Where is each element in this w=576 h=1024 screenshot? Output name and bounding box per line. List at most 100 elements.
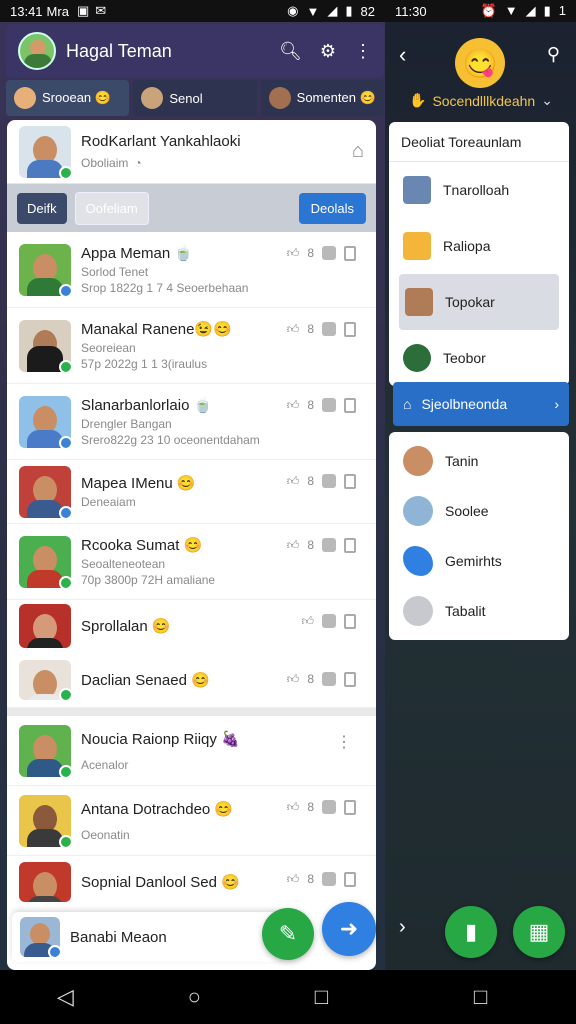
copy-icon[interactable] [344, 246, 356, 261]
menu-item[interactable]: Teobor [389, 330, 569, 386]
user-icon[interactable]: ⚲ [547, 44, 560, 65]
tab-2[interactable]: Senol [133, 80, 257, 116]
forward-button[interactable]: ➜ [322, 902, 376, 956]
menu-card-2: Tanin Soolee Gemirhts Tabalit [389, 432, 569, 640]
like-icon[interactable]: 👍︎ [287, 672, 300, 687]
card-header[interactable]: RodKarlant Yankahlaoki Oboliaim ◔ ⌂ [7, 120, 376, 184]
home-icon: ⌂ [403, 396, 412, 412]
menu-item[interactable]: Tabalit [389, 586, 569, 636]
message-icon[interactable] [322, 672, 336, 686]
avatar [19, 319, 71, 372]
tab-label: Senol [169, 90, 203, 106]
copy-icon[interactable] [344, 872, 356, 887]
like-icon[interactable]: 👍︎ [287, 246, 300, 261]
like-icon[interactable]: 👍︎ [287, 872, 300, 887]
list-item[interactable]: Sprollalan 😊 👍︎ [7, 600, 376, 652]
count-icon: 8 [307, 322, 314, 336]
message-icon[interactable] [322, 398, 336, 412]
back-nav-icon[interactable]: ◁ [57, 984, 74, 1010]
tab-label: Somenten 😊 [296, 90, 376, 105]
list-item[interactable]: Manakal Ranene😉😊 Seoreiean 57p 2022g 1 1… [7, 308, 376, 384]
list-item[interactable]: Antana Dotrachdeo 😊 Oeonatin 👍︎ 8 [7, 786, 376, 856]
section-selector[interactable]: ✋ Socendlllkdeahn ⌄ [409, 92, 553, 109]
recents-nav-icon[interactable]: □ [315, 984, 328, 1010]
menu-item[interactable]: Raliopa [389, 218, 569, 274]
menu-item[interactable]: Tanin [389, 436, 569, 486]
message-icon[interactable] [322, 872, 336, 886]
copy-icon[interactable] [344, 474, 356, 489]
like-icon[interactable]: 👍︎ [287, 538, 300, 553]
like-icon[interactable]: 👍︎ [301, 614, 314, 629]
message-icon[interactable] [322, 800, 336, 814]
community-label: Sjeolbneonda [421, 396, 508, 412]
status-time-right: 11:30 [395, 3, 427, 19]
copy-icon[interactable] [344, 614, 356, 629]
message-icon[interactable] [322, 246, 336, 260]
menu-item[interactable]: Soolee [389, 486, 569, 536]
chevron-down-icon: ⌄ [541, 92, 553, 108]
contact-status: Seoreiean [81, 341, 136, 355]
profile-avatar[interactable] [18, 32, 56, 70]
avatar [19, 395, 71, 448]
tab-1[interactable]: Srooean 😊 [6, 80, 130, 116]
contact-name: Noucia Raionp Riiqy 🍇 [81, 730, 240, 748]
like-icon[interactable]: 👍︎ [287, 800, 300, 815]
compose-button[interactable]: ✎ [262, 908, 314, 960]
copy-icon[interactable] [344, 672, 356, 687]
message-icon[interactable] [322, 614, 336, 628]
grid-button[interactable]: ▦ [513, 906, 565, 958]
chevron-right-icon[interactable]: › [399, 916, 406, 939]
menu-item-selected[interactable]: Topokar [399, 274, 559, 330]
avatar [403, 344, 431, 372]
default-button[interactable]: Deifk [17, 192, 67, 224]
status-right-text: 82 [360, 3, 375, 19]
menu-item[interactable]: Tnarolloah [389, 162, 569, 218]
avatar [405, 288, 433, 316]
back-icon[interactable]: ‹ [399, 42, 406, 68]
details-button[interactable]: Deolals [298, 192, 366, 224]
tab-3[interactable]: Somenten 😊 [260, 80, 384, 116]
list-item[interactable]: Appa Meman 🍵 Sorlod Tenet Srop 1822g 1 7… [7, 232, 376, 308]
list-item[interactable]: Slanarbanlorlaio 🍵 Drengler Bangan Srero… [7, 384, 376, 460]
pinned-contact[interactable]: Banabi Meaon [12, 912, 282, 962]
count-icon: 8 [307, 474, 314, 488]
community-row[interactable]: ⌂ Sjeolbneonda › [393, 382, 569, 426]
clock-icon: ◔ [134, 156, 142, 170]
recents-nav-icon[interactable]: □ [474, 984, 487, 1010]
settings-icon[interactable]: ⚙ [320, 41, 336, 62]
like-icon[interactable]: 👍︎ [287, 398, 300, 413]
menu-label: Tanin [445, 453, 479, 469]
menu-item[interactable]: Gemirhts [389, 536, 569, 586]
battery-icon: ▮ [543, 3, 551, 18]
more-icon[interactable]: ⋮ [336, 732, 352, 752]
message-icon[interactable] [322, 322, 336, 336]
count-icon: 8 [307, 872, 314, 886]
copy-icon[interactable] [344, 538, 356, 553]
emoji-avatar[interactable]: 😋 [455, 38, 505, 88]
like-icon[interactable]: 👍︎ [287, 474, 300, 489]
copy-icon[interactable] [344, 800, 356, 815]
home-nav-icon[interactable]: ○ [188, 984, 201, 1010]
list-item[interactable]: Daclian Senaed 😊 👍︎ 8 [7, 652, 376, 708]
like-icon[interactable]: 👍︎ [287, 322, 300, 337]
search-icon[interactable]: 🔍︎ [279, 41, 302, 62]
contact-status: Deneaiam [81, 495, 136, 509]
right-pane: ‹ 😋 ⚲ ✋ Socendlllkdeahn ⌄ Deoliat Toreau… [385, 22, 576, 970]
filter-button[interactable]: Oofeliam [74, 191, 149, 225]
list-item[interactable]: Sopnial Danlool Sed 😊 👍︎ 8 [7, 856, 376, 908]
copy-icon[interactable] [344, 398, 356, 413]
avatar [403, 176, 431, 204]
message-icon[interactable] [322, 538, 336, 552]
divider [7, 708, 376, 716]
more-icon[interactable]: ⋮ [354, 41, 372, 62]
copy-icon[interactable] [344, 322, 356, 337]
list-item[interactable]: Noucia Raionp Riiqy 🍇 Acenalor ⋮ [7, 716, 376, 786]
avatar [403, 232, 431, 260]
contact-status: Acenalor [81, 757, 129, 772]
action-bar: Deifk Oofeliam Deolals [7, 184, 376, 232]
document-button[interactable]: ▮ [445, 906, 497, 958]
list-item[interactable]: Rcooka Sumat 😊 Seoalteneotean 70p 3800p … [7, 524, 376, 600]
message-icon[interactable] [322, 474, 336, 488]
list-item[interactable]: Mapea IMenu 😊 Deneaiam 👍︎ 8 [7, 460, 376, 524]
home-icon[interactable]: ⌂ [352, 140, 364, 163]
